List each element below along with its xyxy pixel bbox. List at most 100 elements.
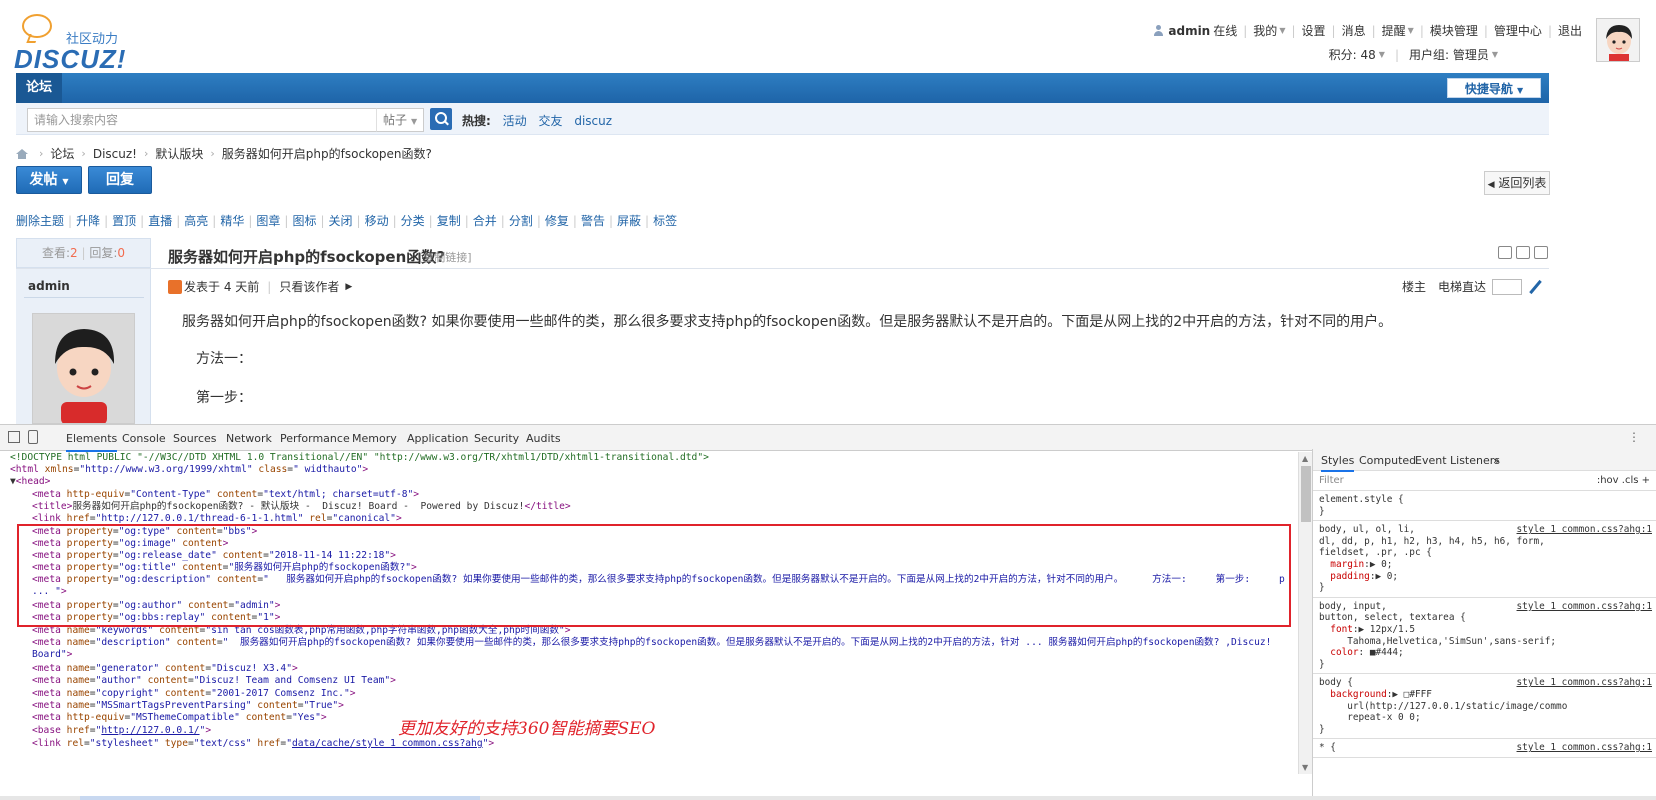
author-name[interactable]: admin <box>28 279 70 293</box>
inspect-icon[interactable] <box>8 431 20 443</box>
scroll-thumb[interactable] <box>1301 466 1311 522</box>
discuz-logo[interactable]: 社区动力 DISCUZ! <box>14 14 164 74</box>
more-menu-icon[interactable]: ⋮ <box>1628 430 1640 444</box>
tab-security[interactable]: Security <box>474 432 519 445</box>
tab-audits[interactable]: Audits <box>526 432 561 445</box>
hot-link[interactable]: discuz <box>574 114 612 128</box>
code-line: <meta property="og:title" content="服务器如何… <box>32 562 417 573</box>
messages-link[interactable]: 消息 <box>1342 22 1366 39</box>
thread-title: 服务器如何开启php的fsockopen函数? <box>168 248 445 266</box>
tab-network[interactable]: Network <box>226 432 272 445</box>
cartoon-avatar-icon <box>1597 19 1639 61</box>
breadcrumb-item[interactable]: 论坛 <box>50 145 74 162</box>
prev-thread-icon[interactable] <box>1516 246 1530 259</box>
tab-event-listeners[interactable]: Event Listeners <box>1415 454 1500 467</box>
reminders-menu[interactable]: 提醒 <box>1382 22 1406 39</box>
devtools-breadcrumb-bar <box>0 796 1656 800</box>
rule-line: color: ■#444; <box>1330 647 1404 659</box>
hot-link[interactable]: 活动 <box>503 114 527 128</box>
only-author-link[interactable]: 只看该作者 <box>279 278 339 295</box>
hot-link[interactable]: 交友 <box>538 114 562 128</box>
filter-input[interactable]: Filter <box>1319 475 1344 486</box>
tab-memory[interactable]: Memory <box>352 432 397 445</box>
device-toggle-icon[interactable] <box>28 430 38 444</box>
search-button[interactable] <box>430 108 452 130</box>
rule-line: fieldset, .pr, .pc { <box>1319 547 1432 559</box>
css-rule[interactable]: body {style 1 common.css?ahg:1 backgroun… <box>1313 674 1656 740</box>
mod-action[interactable]: 删除主题 <box>16 212 64 229</box>
module-manage-link[interactable]: 模块管理 <box>1430 22 1478 39</box>
author-avatar[interactable] <box>32 313 135 424</box>
tab-styles[interactable]: Styles <box>1321 454 1355 472</box>
elements-tree[interactable]: <!DOCTYPE html PUBLIC "-//W3C//DTD XHTML… <box>0 452 1298 800</box>
mod-action[interactable]: 直播 <box>148 212 172 229</box>
css-rule[interactable]: element.style {} <box>1313 491 1656 522</box>
css-rule[interactable]: body, input, style 1 common.css?ahg:1 butt… <box>1313 598 1656 675</box>
copy-link[interactable]: [复制链接] <box>419 249 472 265</box>
rule-source-link[interactable]: style 1 common.css?ahg:1 <box>1517 524 1652 536</box>
mod-action[interactable]: 高亮 <box>184 212 208 229</box>
back-to-list-button[interactable]: ◀ 返回列表 <box>1484 171 1550 195</box>
home-icon[interactable] <box>16 148 28 159</box>
tab-sources[interactable]: Sources <box>173 432 217 445</box>
mod-action[interactable]: 升降 <box>76 212 100 229</box>
search-input[interactable]: 请输入搜索内容 <box>27 108 387 132</box>
reply-button[interactable]: 回复 <box>88 166 152 194</box>
next-thread-icon[interactable] <box>1534 246 1548 259</box>
tab-elements[interactable]: Elements <box>66 432 118 452</box>
mod-action[interactable]: 精华 <box>220 212 244 229</box>
tab-performance[interactable]: Performance <box>280 432 350 445</box>
mod-action[interactable]: 警告 <box>581 212 605 229</box>
css-rule[interactable]: body, ul, ol, li, style 1 common.css?ahg:… <box>1313 521 1656 598</box>
more-tabs-icon[interactable]: » <box>1493 454 1500 467</box>
user-group-menu[interactable]: 用户组: 管理员 <box>1409 46 1489 63</box>
tab-computed[interactable]: Computed <box>1359 454 1416 467</box>
elements-scrollbar[interactable]: ▲ ▼ <box>1298 452 1312 774</box>
avatar[interactable] <box>1596 18 1640 62</box>
logout-link[interactable]: 退出 <box>1558 22 1582 39</box>
mod-action[interactable]: 屏蔽 <box>617 212 641 229</box>
mod-action[interactable]: 复制 <box>437 212 461 229</box>
css-rule[interactable]: * {style 1 common.css?ahg:1 <box>1313 739 1656 758</box>
code-line: <meta name="MSSmartTagsPreventParsing" c… <box>32 700 344 711</box>
styles-filter[interactable]: Filter :hov .cls + <box>1313 471 1656 491</box>
tab-application[interactable]: Application <box>407 432 468 445</box>
mod-action[interactable]: 修复 <box>545 212 569 229</box>
rule-source-link[interactable]: style 1 common.css?ahg:1 <box>1517 601 1652 613</box>
mod-action[interactable]: 分割 <box>509 212 533 229</box>
mod-action[interactable]: 分类 <box>401 212 425 229</box>
scroll-down-icon[interactable]: ▼ <box>1302 763 1308 772</box>
code-line: <link href="http://127.0.0.1/thread-6-1-… <box>32 513 402 524</box>
my-menu[interactable]: 我的 <box>1253 22 1277 39</box>
chevron-down-icon: ▼ <box>1517 86 1524 95</box>
settings-link[interactable]: 设置 <box>1302 22 1326 39</box>
rule-line: } <box>1319 582 1325 594</box>
jump-go-icon[interactable] <box>1528 280 1542 294</box>
new-post-button[interactable]: 发帖 ▼ <box>16 166 82 194</box>
breadcrumb-item[interactable]: 默认版块 <box>155 145 203 162</box>
breadcrumb-item[interactable]: Discuz! <box>93 147 137 161</box>
mod-action[interactable]: 图章 <box>256 212 280 229</box>
print-icon[interactable] <box>1498 246 1512 259</box>
username-link[interactable]: admin <box>1168 24 1210 38</box>
tab-console[interactable]: Console <box>122 432 166 445</box>
mod-action[interactable]: 合并 <box>473 212 497 229</box>
admin-center-link[interactable]: 管理中心 <box>1494 22 1542 39</box>
mod-action[interactable]: 置顶 <box>112 212 136 229</box>
mod-action[interactable]: 标签 <box>653 212 677 229</box>
speech-bubble-icon <box>22 14 52 38</box>
mod-action[interactable]: 移动 <box>365 212 389 229</box>
nav-tab-forum[interactable]: 论坛 <box>16 73 62 103</box>
rule-source-link[interactable]: style 1 common.css?ahg:1 <box>1517 742 1652 754</box>
code-line: <meta http-equiv="Content-Type" content=… <box>32 489 420 500</box>
search-type-select[interactable]: 帖子 ▼ <box>376 108 424 132</box>
rule-source-link[interactable]: style 1 common.css?ahg:1 <box>1517 677 1652 689</box>
scroll-up-icon[interactable]: ▲ <box>1302 454 1308 463</box>
floor-input[interactable] <box>1492 278 1522 295</box>
main-nav: 论坛 快捷导航 ▼ <box>16 73 1549 103</box>
points-menu[interactable]: 积分: 48 <box>1329 46 1376 63</box>
filter-tools[interactable]: :hov .cls + <box>1597 475 1650 486</box>
mod-action[interactable]: 关闭 <box>329 212 353 229</box>
quick-nav-button[interactable]: 快捷导航 ▼ <box>1447 78 1541 98</box>
mod-action[interactable]: 图标 <box>292 212 316 229</box>
